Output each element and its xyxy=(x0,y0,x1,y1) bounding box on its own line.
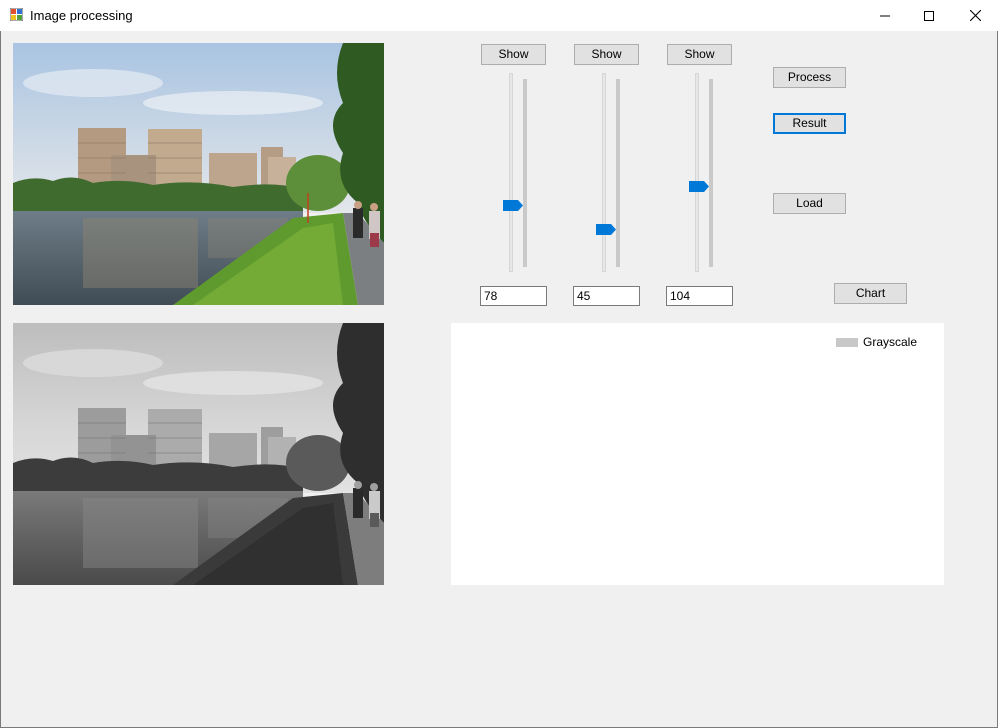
slider-thumb-1[interactable] xyxy=(503,200,523,211)
original-image xyxy=(13,43,384,305)
value-field-3[interactable]: 104 xyxy=(666,286,733,306)
process-button[interactable]: Process xyxy=(773,67,846,88)
value-field-1[interactable]: 78 xyxy=(480,286,547,306)
title-bar[interactable]: Image processing xyxy=(0,0,998,31)
slider-thumb-3[interactable] xyxy=(689,181,709,192)
result-image xyxy=(13,323,384,585)
load-button[interactable]: Load xyxy=(773,193,846,214)
slider-range-bar-1 xyxy=(523,79,527,267)
value-field-2[interactable]: 45 xyxy=(573,286,640,306)
legend-label: Grayscale xyxy=(863,335,918,349)
app-icon xyxy=(10,8,23,21)
maximize-button[interactable] xyxy=(906,0,952,31)
slider-track-3 xyxy=(695,73,699,272)
result-button[interactable]: Result xyxy=(773,113,846,134)
slider-range-bar-2 xyxy=(616,79,620,267)
slider-track-1 xyxy=(509,73,513,272)
show-button-3[interactable]: Show xyxy=(667,44,732,65)
show-button-1[interactable]: Show xyxy=(481,44,546,65)
legend-swatch xyxy=(836,338,858,347)
slider-range-bar-3 xyxy=(709,79,713,267)
close-button[interactable] xyxy=(952,0,998,31)
close-icon xyxy=(969,10,981,21)
chart-panel: Grayscale xyxy=(451,323,944,585)
slider-thumb-2[interactable] xyxy=(596,224,616,235)
show-button-2[interactable]: Show xyxy=(574,44,639,65)
slider-track-2 xyxy=(602,73,606,272)
minimize-button[interactable] xyxy=(862,0,908,31)
chart-button[interactable]: Chart xyxy=(834,283,907,304)
maximize-icon xyxy=(924,10,934,21)
minimize-icon xyxy=(880,15,890,16)
window-title: Image processing xyxy=(30,8,133,23)
